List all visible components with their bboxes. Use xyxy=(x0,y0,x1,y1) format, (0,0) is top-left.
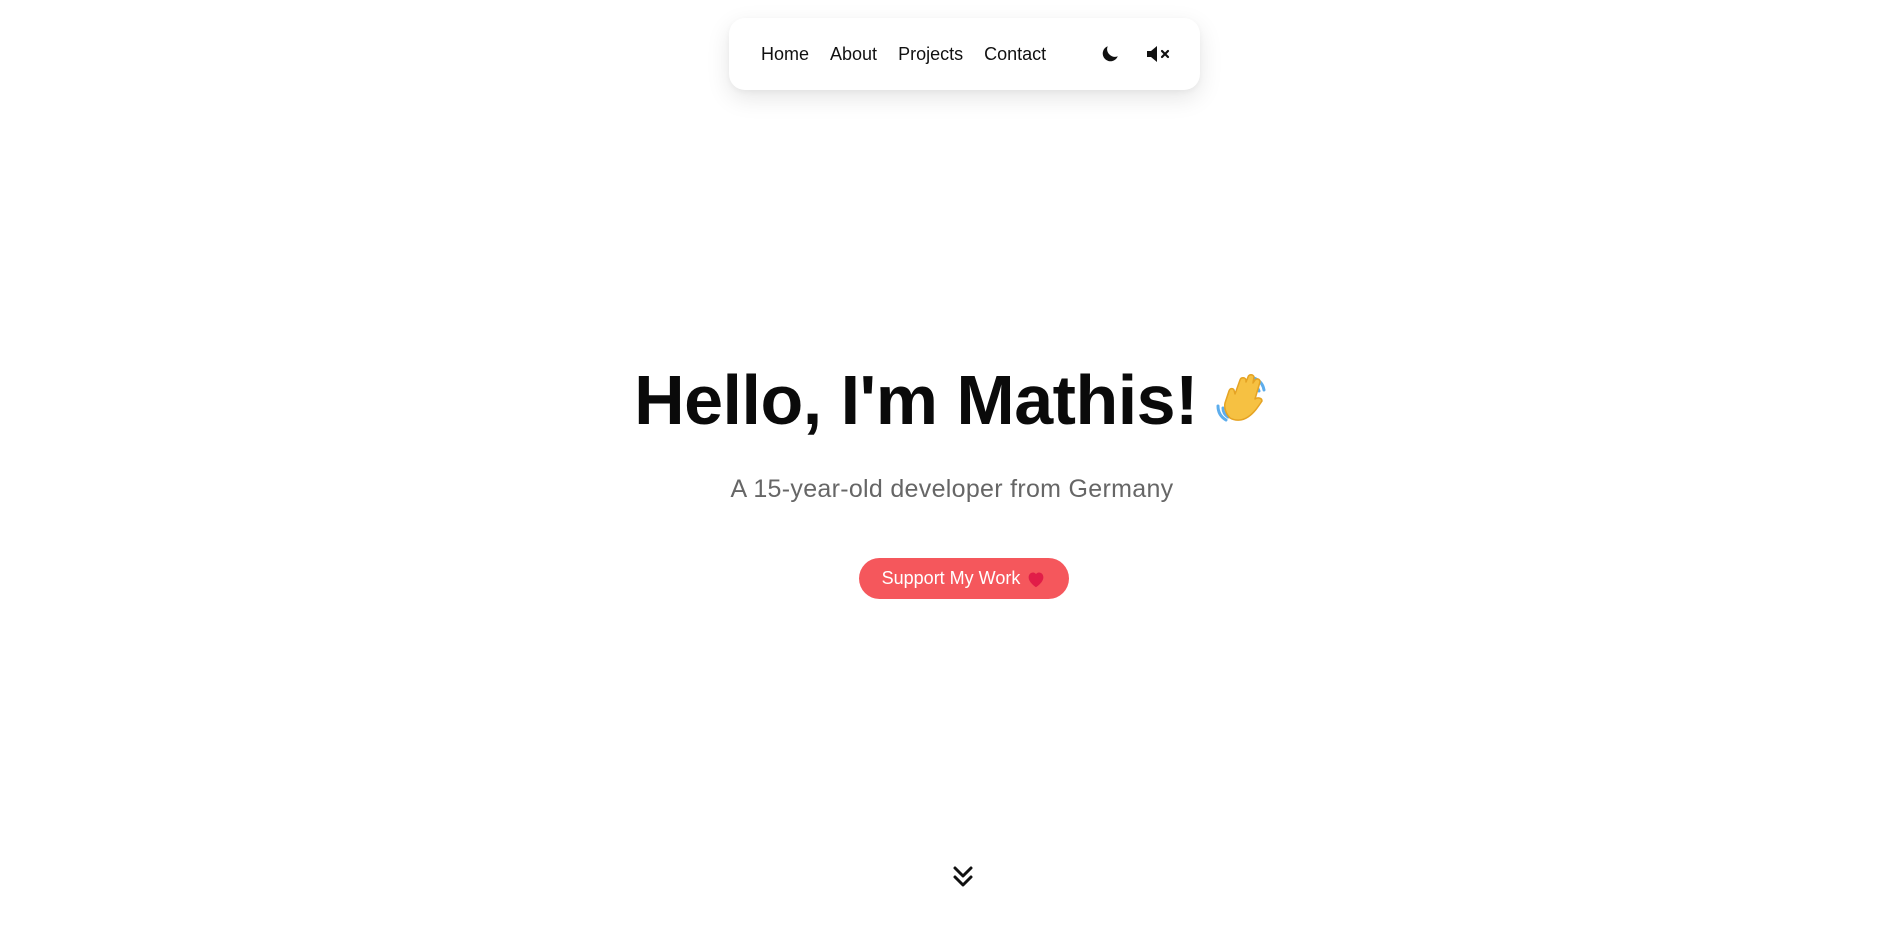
moon-icon xyxy=(1102,46,1118,62)
page: Home About Projects Contact Hello, I'm M… xyxy=(0,0,1904,941)
support-button-label: Support My Work xyxy=(881,568,1021,588)
chevrons-down-icon xyxy=(953,866,973,887)
nav-link-projects[interactable]: Projects xyxy=(898,45,963,63)
nav-link-contact[interactable]: Contact xyxy=(984,45,1046,63)
nav-icons xyxy=(1096,40,1172,68)
theme-toggle-button[interactable] xyxy=(1096,40,1124,68)
nav-link-home[interactable]: Home xyxy=(761,45,809,63)
navbar: Home About Projects Contact xyxy=(729,18,1200,90)
hero-title: Hello, I'm Mathis! xyxy=(0,358,1904,448)
sound-toggle-button[interactable] xyxy=(1144,40,1172,68)
waving-hand-icon xyxy=(1212,360,1270,444)
nav-links: Home About Projects Contact xyxy=(761,45,1046,63)
hero-title-text: Hello, I'm Mathis! xyxy=(634,361,1198,439)
support-my-work-button[interactable]: Support My Work xyxy=(859,558,1069,599)
hero-subtitle: A 15-year-old developer from Germany xyxy=(730,475,1174,503)
heart-icon xyxy=(1026,570,1046,588)
nav-link-about[interactable]: About xyxy=(830,45,877,63)
scroll-down-button[interactable] xyxy=(950,862,976,892)
volume-mute-icon xyxy=(1147,46,1170,62)
